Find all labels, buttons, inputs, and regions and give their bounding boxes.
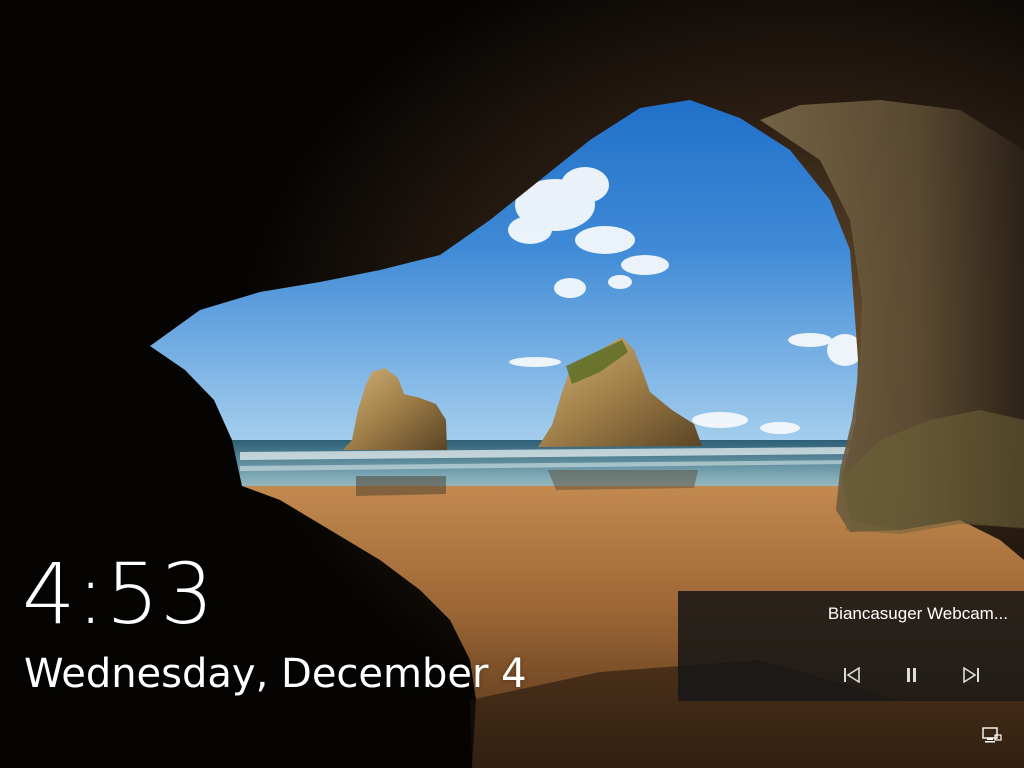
next-track-button[interactable] <box>957 661 985 689</box>
lock-screen-time: 4:53 <box>22 545 215 643</box>
media-title: Biancasuger Webcam... <box>827 604 1008 623</box>
media-controls-panel: Biancasuger Webcam... <box>678 591 1024 701</box>
lock-screen-date: Wednesday, December 4 <box>24 651 527 697</box>
network-icon <box>982 727 1002 743</box>
next-track-icon <box>963 667 979 683</box>
network-button[interactable] <box>981 726 1003 746</box>
pause-icon <box>907 668 916 682</box>
previous-track-icon <box>844 667 860 683</box>
previous-track-button[interactable] <box>838 661 866 689</box>
pause-button[interactable] <box>898 661 926 689</box>
lock-screen[interactable]: 4:53 Wednesday, December 4 Biancasuger W… <box>0 0 1024 768</box>
